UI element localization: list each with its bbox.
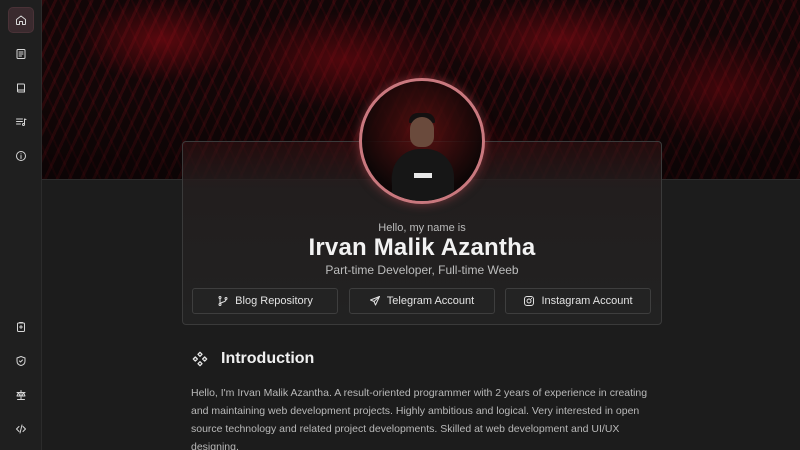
sidebar-item-home[interactable]: [7, 7, 34, 33]
book-icon: [16, 83, 25, 93]
avatar: [359, 78, 485, 204]
sidebar-item-about[interactable]: [8, 143, 34, 169]
scale-icon: [16, 390, 25, 400]
sidebar-item-blog[interactable]: [8, 41, 34, 67]
intro-text: Hello, I'm Irvan Malik Azantha. A result…: [191, 387, 648, 450]
sidebar-item-playlist[interactable]: [8, 109, 34, 135]
shield-icon: [16, 356, 25, 366]
diamond-grid-icon: [192, 351, 208, 367]
info-icon: [15, 151, 26, 161]
news-icon: [16, 49, 25, 59]
profile-tagline: Part-time Developer, Full-time Weeb: [325, 263, 519, 277]
sidebar-item-source[interactable]: [8, 416, 34, 442]
intro-heading: Introduction: [192, 350, 314, 368]
profile-name: Irvan Malik Azantha: [308, 234, 536, 261]
sidebar: [0, 0, 42, 450]
avatar-shirt-logo: [414, 173, 432, 178]
sidebar-item-changelog[interactable]: [8, 314, 34, 340]
sidebar-item-books[interactable]: [8, 75, 34, 101]
telegram-account-label: Telegram Account: [386, 295, 475, 307]
sidebar-bottom-group: [8, 314, 34, 442]
git-branch-icon: [218, 296, 228, 306]
profile-greeting: Hello, my name is: [378, 222, 466, 234]
playlist-icon: [15, 118, 26, 126]
sidebar-item-privacy[interactable]: [8, 348, 34, 374]
sidebar-top-group: [7, 7, 34, 169]
code-icon: [15, 424, 26, 434]
blog-repository-label: Blog Repository: [235, 295, 313, 307]
instagram-account-button[interactable]: Instagram Account: [505, 288, 651, 314]
home-icon: [15, 15, 26, 25]
instagram-icon: [524, 296, 535, 306]
send-icon: [369, 296, 380, 306]
avatar-head: [410, 117, 434, 147]
profile-links: Blog Repository Telegram Account Instagr…: [192, 288, 651, 314]
clipboard-icon: [16, 322, 25, 332]
instagram-account-label: Instagram Account: [541, 295, 633, 307]
intro-title: Introduction: [221, 350, 315, 367]
telegram-account-button[interactable]: Telegram Account: [348, 288, 495, 314]
blog-repository-button[interactable]: Blog Repository: [192, 288, 338, 314]
sidebar-item-terms[interactable]: [8, 382, 34, 408]
